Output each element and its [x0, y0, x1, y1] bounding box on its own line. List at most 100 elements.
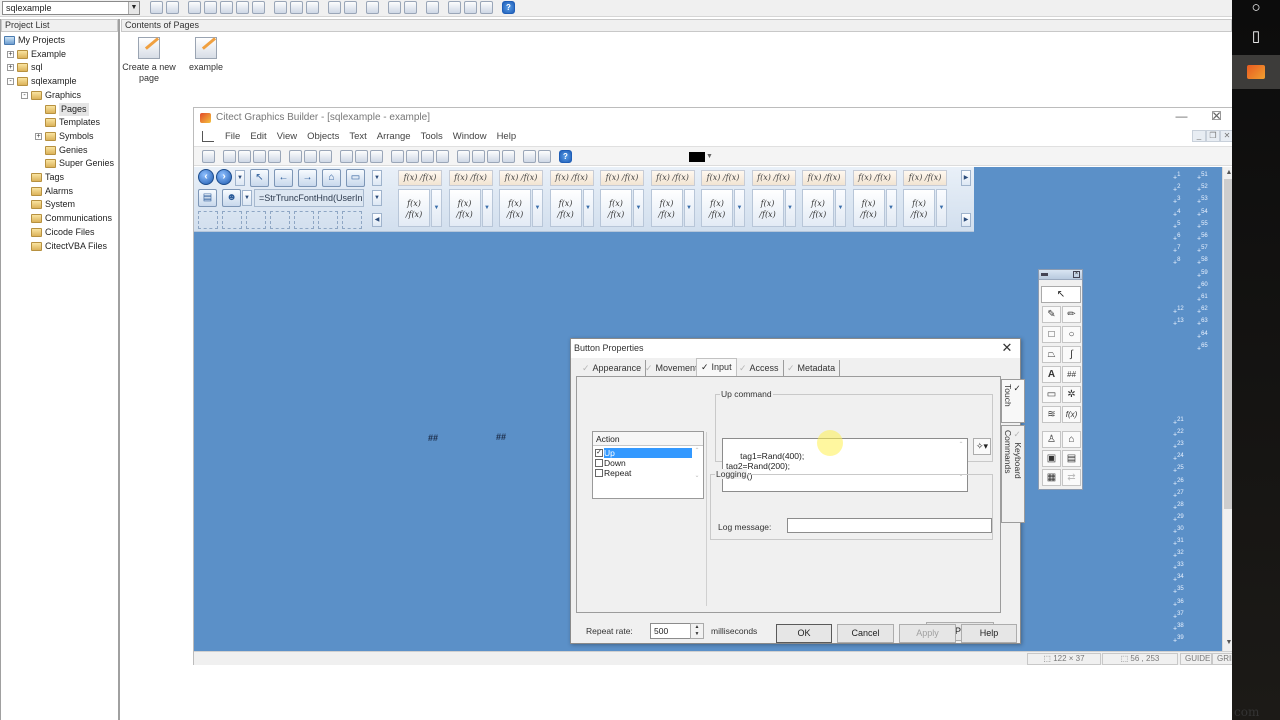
chevron-down-icon[interactable]: ▼ — [734, 189, 745, 227]
undo-icon[interactable] — [436, 150, 449, 163]
fx-small-button[interactable]: f(x) ∕f(x) — [751, 170, 796, 186]
group-icon[interactable] — [523, 150, 536, 163]
expand-icon[interactable]: + — [7, 50, 14, 58]
copy-icon[interactable] — [253, 150, 266, 163]
menu-arrange[interactable]: Arrange — [372, 128, 416, 145]
fx-small-button[interactable]: f(x) ∕f(x) — [398, 170, 442, 186]
forward-icon[interactable]: › — [216, 169, 232, 185]
tree-item-citectvba-files[interactable]: CitectVBA Files — [21, 240, 107, 253]
cancel-button[interactable]: Cancel — [837, 624, 894, 643]
document-menu-icon[interactable] — [202, 131, 214, 142]
side-tab-keyboard-commands[interactable]: ✓ Keyboard Commands — [1001, 425, 1025, 523]
button-tool[interactable]: ▭ — [1042, 386, 1061, 403]
open-project-icon[interactable] — [202, 150, 215, 163]
tree-item-sql[interactable]: + sql — [7, 61, 43, 74]
help-button[interactable]: Help — [961, 624, 1017, 643]
chevron-down-icon[interactable]: ▼ — [582, 189, 594, 227]
send-to-back-icon[interactable] — [472, 150, 485, 163]
action-down-checkbox[interactable] — [595, 459, 603, 467]
expression-field[interactable]: =StrTruncFontHnd(UserIn — [254, 189, 364, 207]
chevron-down-icon[interactable]: ▼ — [885, 189, 897, 227]
new-project-icon[interactable] — [188, 1, 201, 14]
open-folder-icon[interactable] — [355, 150, 368, 163]
fx-large-button[interactable]: f(x) ∕f(x) — [398, 189, 430, 227]
fx-small-button[interactable]: f(x) ∕f(x) — [448, 170, 493, 186]
expand-icon[interactable]: + — [7, 64, 14, 72]
new-page-icon[interactable] — [150, 1, 163, 14]
action-repeat-checkbox[interactable] — [595, 469, 603, 477]
tree-item-graphics[interactable]: - Graphics — [21, 89, 81, 102]
print-icon[interactable] — [290, 1, 303, 14]
document-icon[interactable] — [366, 1, 379, 14]
copy-icon[interactable] — [220, 1, 233, 14]
backup-icon[interactable] — [388, 1, 401, 14]
chevron-down-icon[interactable]: ▼ — [784, 189, 796, 227]
new-project-icon[interactable] — [238, 150, 251, 163]
tag-marker[interactable]: +58 — [1197, 257, 1208, 266]
fx-large-button[interactable]: f(x) ∕f(x) — [701, 189, 733, 227]
tree-item-my-projects[interactable]: My Projects — [4, 34, 65, 47]
tag-marker[interactable]: +36 — [1173, 599, 1184, 608]
pipe-tool[interactable]: ∫ — [1062, 346, 1081, 363]
number-tool[interactable]: ## — [1062, 366, 1081, 383]
tag-marker[interactable]: +55 — [1197, 221, 1208, 230]
collapse-icon[interactable]: - — [21, 91, 28, 99]
tree-item-symbols[interactable]: + Symbols — [35, 130, 94, 143]
print-icon[interactable]: ▤ — [198, 189, 217, 207]
side-tab-touch[interactable]: ✓ Touch — [1001, 379, 1025, 423]
chevron-down-icon[interactable]: ▼ — [481, 189, 493, 227]
fx-small-button[interactable]: f(x) ∕f(x) — [600, 170, 644, 186]
tag-marker[interactable]: +30 — [1173, 526, 1184, 535]
fx-small-button[interactable]: f(x) ∕f(x) — [852, 170, 897, 186]
menu-file[interactable]: File — [220, 128, 245, 145]
pack-icon[interactable] — [306, 1, 319, 14]
tag-marker[interactable]: +34 — [1173, 574, 1184, 583]
menu-edit[interactable]: Edit — [245, 128, 271, 145]
rectangle-tool[interactable]: □ — [1042, 326, 1061, 343]
tree-item-sqlexample[interactable]: - sqlexample — [7, 75, 77, 88]
tag-marker[interactable]: +38 — [1173, 623, 1184, 632]
scroll-right-icon[interactable]: ▶ — [961, 170, 971, 186]
fx-small-button[interactable]: f(x) ∕f(x) — [650, 170, 695, 186]
tag-marker[interactable]: +32 — [1173, 550, 1184, 559]
chevron-down-icon[interactable]: ▼ — [532, 189, 543, 227]
symbol-tool[interactable]: ♙ — [1042, 431, 1061, 448]
tree-item-example[interactable]: + Example — [7, 48, 66, 61]
tag-marker[interactable]: +62 — [1197, 306, 1208, 315]
user-icon[interactable]: ☻ — [222, 189, 241, 207]
guide-toggle[interactable]: GUIDE — [1180, 653, 1212, 665]
cut-icon[interactable] — [391, 150, 404, 163]
minimize-icon[interactable] — [1041, 273, 1048, 276]
pack-icon[interactable] — [319, 150, 332, 163]
fx-small-button[interactable]: f(x) ∕f(x) — [903, 170, 947, 186]
numeric-display[interactable]: ## — [496, 432, 506, 442]
chevron-down-icon[interactable]: ▼ — [128, 2, 139, 14]
scroll-right-icon[interactable]: ▶ — [961, 213, 971, 227]
fx-small-button[interactable]: f(x) ∕f(x) — [549, 170, 594, 186]
tag-marker[interactable]: +29 — [1173, 514, 1184, 523]
chevron-down-icon[interactable]: ▼ — [936, 189, 947, 227]
close-icon[interactable]: × — [1073, 271, 1080, 278]
action-item-up[interactable]: ✓ Up — [595, 448, 692, 458]
create-new-page-item[interactable]: Create a new page — [121, 37, 177, 84]
notebook-icon[interactable] — [223, 150, 236, 163]
fx-small-button[interactable]: f(x) ∕f(x) — [499, 170, 543, 186]
menu-help[interactable]: Help — [492, 128, 522, 145]
tag-marker[interactable]: +1 — [1173, 172, 1180, 181]
pointer-tool[interactable]: ↖ — [1041, 286, 1081, 303]
citect-app-icon[interactable] — [1232, 55, 1280, 89]
tag-marker[interactable]: +4 — [1173, 209, 1180, 218]
trend-tool[interactable]: ≋ — [1042, 406, 1061, 423]
chevron-down-icon[interactable]: ▼ — [235, 170, 245, 186]
compile-icon[interactable] — [274, 1, 287, 14]
tag-marker[interactable]: +63 — [1197, 318, 1208, 327]
restore-icon[interactable] — [404, 1, 417, 14]
tag-marker[interactable]: +28 — [1173, 502, 1184, 511]
back-icon[interactable]: ‹ — [198, 169, 214, 185]
chevron-down-icon[interactable]: ▼ — [431, 189, 442, 227]
open-graphics-icon[interactable] — [166, 1, 179, 14]
fx-large-button[interactable]: f(x) ∕f(x) — [549, 189, 582, 227]
tag-marker[interactable]: +25 — [1173, 465, 1184, 474]
add-icon[interactable] — [328, 1, 341, 14]
tag-marker[interactable]: +6 — [1173, 233, 1180, 242]
